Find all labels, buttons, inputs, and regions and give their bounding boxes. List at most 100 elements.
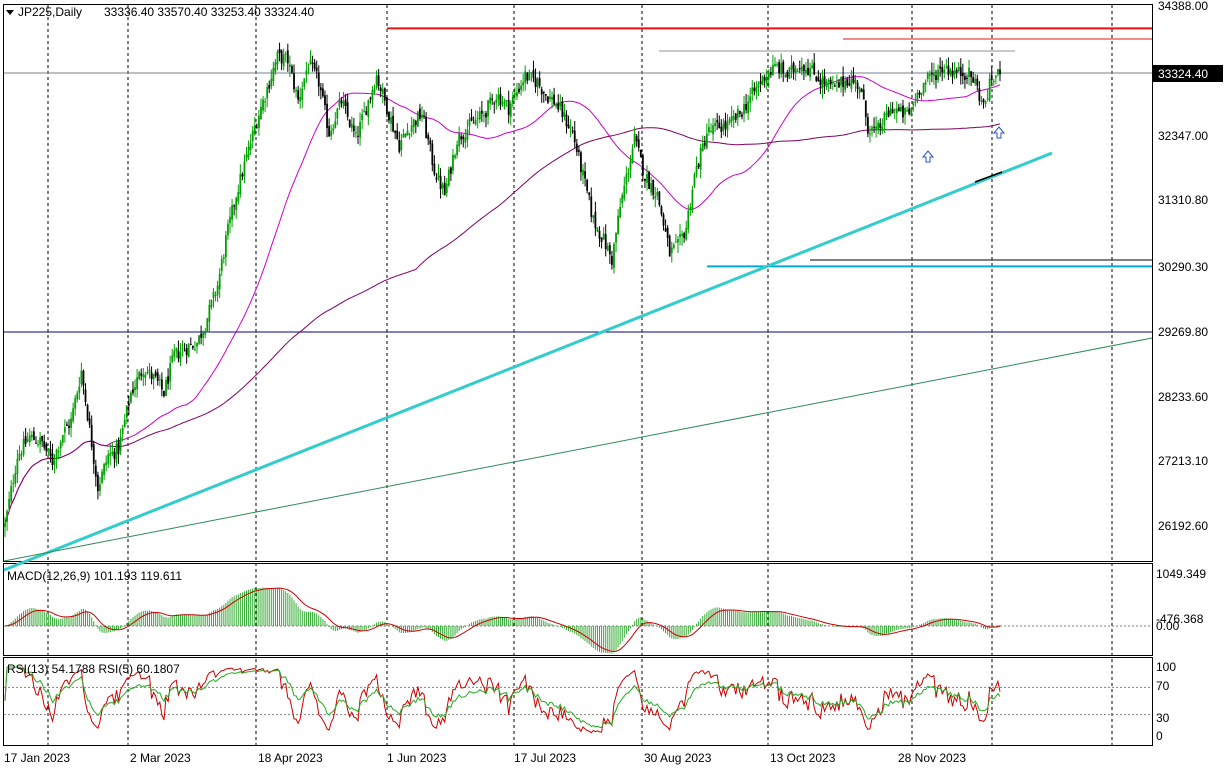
candle-body [794, 68, 797, 74]
candle-body [483, 115, 485, 117]
candle-body [701, 143, 704, 152]
ohlc-values: 33336.40 33570.40 33253.40 33324.40 [104, 5, 315, 19]
candle-body [421, 114, 423, 118]
candle-body [231, 205, 233, 220]
candle-body [146, 371, 149, 374]
candle-body [503, 100, 506, 106]
candle-body [123, 419, 126, 427]
candle-body [776, 64, 778, 66]
dropdown-triangle-icon[interactable] [6, 10, 14, 15]
candle-body [35, 442, 37, 444]
candle-body [584, 171, 586, 179]
candle-body [270, 78, 273, 87]
candle-body [875, 126, 878, 130]
candle-body [730, 116, 733, 122]
candle-body [772, 64, 774, 76]
ma-slow-line [4, 123, 1001, 524]
candle-body [379, 87, 382, 92]
candle-body [406, 130, 409, 136]
candle-body [220, 259, 223, 271]
macd-tick: -476.368 [1156, 612, 1204, 626]
candle-body [400, 140, 403, 151]
candle-body [856, 82, 859, 89]
candle-body [297, 90, 300, 100]
candle-body [697, 163, 700, 168]
candle-body [301, 88, 304, 100]
candle-body [751, 87, 754, 94]
candle-body [371, 90, 374, 101]
candle-body [836, 81, 838, 83]
candle-body [66, 424, 68, 426]
candle-body [70, 418, 72, 428]
candle-body [165, 379, 167, 397]
candle-body [825, 81, 828, 88]
price-tick: 34388.00 [1158, 0, 1208, 13]
candle-body [555, 104, 558, 107]
candle-body [524, 71, 527, 83]
candle-body [897, 107, 900, 112]
candle-body [949, 69, 952, 75]
candle-body [78, 386, 81, 393]
candle-body [677, 239, 679, 243]
candle-body [982, 99, 985, 103]
candle-body [757, 84, 760, 88]
candle-body [282, 54, 285, 67]
candle-body [501, 102, 504, 104]
candle-body [955, 69, 958, 74]
candle-body [997, 69, 999, 75]
macd-label: MACD(12,26,9) 101.193 119.611 [7, 569, 182, 583]
candle-body [305, 70, 308, 75]
candle-body [802, 65, 805, 72]
time-axis: 17 Jan 2023 2 Mar 2023 18 Apr 2023 1 Jun… [4, 751, 966, 765]
candle-body [679, 234, 681, 238]
candle-body [361, 114, 364, 121]
candle-body [755, 86, 758, 93]
candle-body [988, 78, 991, 101]
candle-body [196, 342, 198, 347]
time-label: 17 Jul 2023 [514, 751, 576, 765]
candle-body [491, 98, 494, 100]
candle-body [656, 191, 659, 196]
candle-body [660, 206, 663, 215]
candle-body [163, 391, 165, 397]
candle-body [340, 100, 343, 104]
candle-body [470, 117, 473, 121]
candle-body [119, 436, 122, 451]
price-tick: 32347.00 [1158, 129, 1208, 143]
candle-body [456, 144, 458, 156]
candle-body [14, 473, 17, 484]
candle-body [59, 442, 62, 449]
candle-body [105, 462, 108, 466]
candle-body [96, 474, 99, 492]
symbol-label: JP225,Daily [18, 5, 82, 19]
candle-body [999, 69, 1001, 75]
candle-body [695, 166, 698, 175]
candle-body [249, 143, 252, 150]
candle-body [132, 389, 134, 393]
candle-body [359, 121, 361, 138]
candle-body [43, 441, 46, 448]
candle-body [930, 72, 933, 75]
candle-body [813, 62, 816, 75]
candle-body [367, 100, 370, 117]
candle-body [20, 454, 23, 456]
ma-fast-line [4, 76, 1001, 524]
candle-body [887, 110, 890, 117]
candle-body [460, 136, 463, 140]
candle-body [402, 133, 405, 138]
candle-body [577, 149, 580, 152]
candle-body [445, 183, 448, 193]
candle-body [693, 174, 696, 187]
candle-body [408, 133, 411, 135]
candle-body [260, 106, 262, 120]
candle-body [685, 227, 688, 240]
candle-body [889, 107, 892, 115]
candle-body [639, 150, 642, 158]
candle-body [160, 379, 163, 390]
candle-body [743, 104, 745, 115]
candle-body [307, 68, 310, 70]
candle-body [569, 127, 572, 129]
candle-body [127, 403, 130, 406]
candle-body [528, 71, 531, 81]
candle-body [233, 205, 236, 207]
